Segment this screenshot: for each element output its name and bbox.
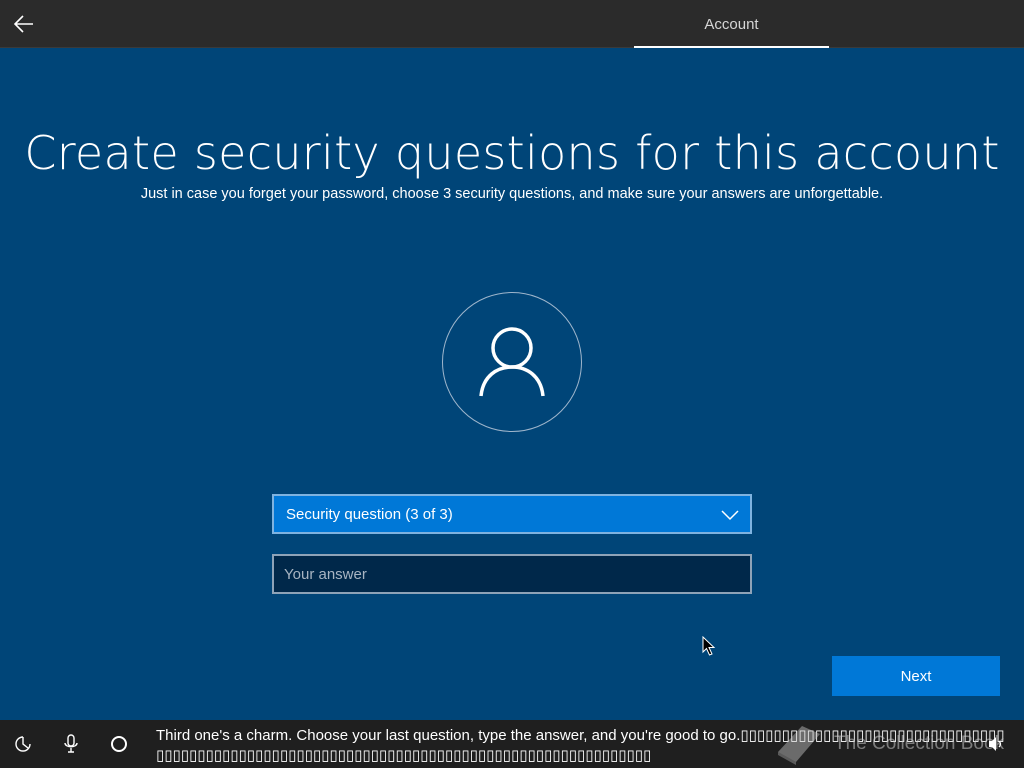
volume-icon[interactable] xyxy=(986,734,1006,754)
ease-of-access-button[interactable] xyxy=(11,732,35,756)
arrow-left-icon xyxy=(14,15,33,33)
ease-of-access-icon xyxy=(15,736,31,752)
security-question-selected: Security question (3 of 3) xyxy=(286,505,453,523)
security-question-select[interactable]: Security question (3 of 3) xyxy=(272,494,752,534)
cortana-circle-icon xyxy=(111,736,127,752)
microphone-button[interactable] xyxy=(59,732,83,756)
chevron-down-icon xyxy=(721,510,739,521)
tab-account[interactable]: Account xyxy=(634,0,829,48)
answer-input[interactable] xyxy=(272,554,752,594)
bottom-bar: Third one's a charm. Choose your last qu… xyxy=(0,720,1024,768)
page-subtitle: Just in case you forget your password, c… xyxy=(140,186,884,202)
cortana-button[interactable] xyxy=(107,732,131,756)
user-icon xyxy=(479,327,545,397)
back-button[interactable] xyxy=(8,8,40,40)
top-bar: Account xyxy=(0,0,1024,48)
page-title: Create security questions for this accou… xyxy=(24,126,1000,180)
microphone-icon xyxy=(64,734,78,753)
mouse-cursor-icon xyxy=(702,636,716,656)
avatar xyxy=(442,292,582,432)
next-button[interactable]: Next xyxy=(832,656,1000,696)
cortana-caption: Third one's a charm. Choose your last qu… xyxy=(156,727,1005,764)
